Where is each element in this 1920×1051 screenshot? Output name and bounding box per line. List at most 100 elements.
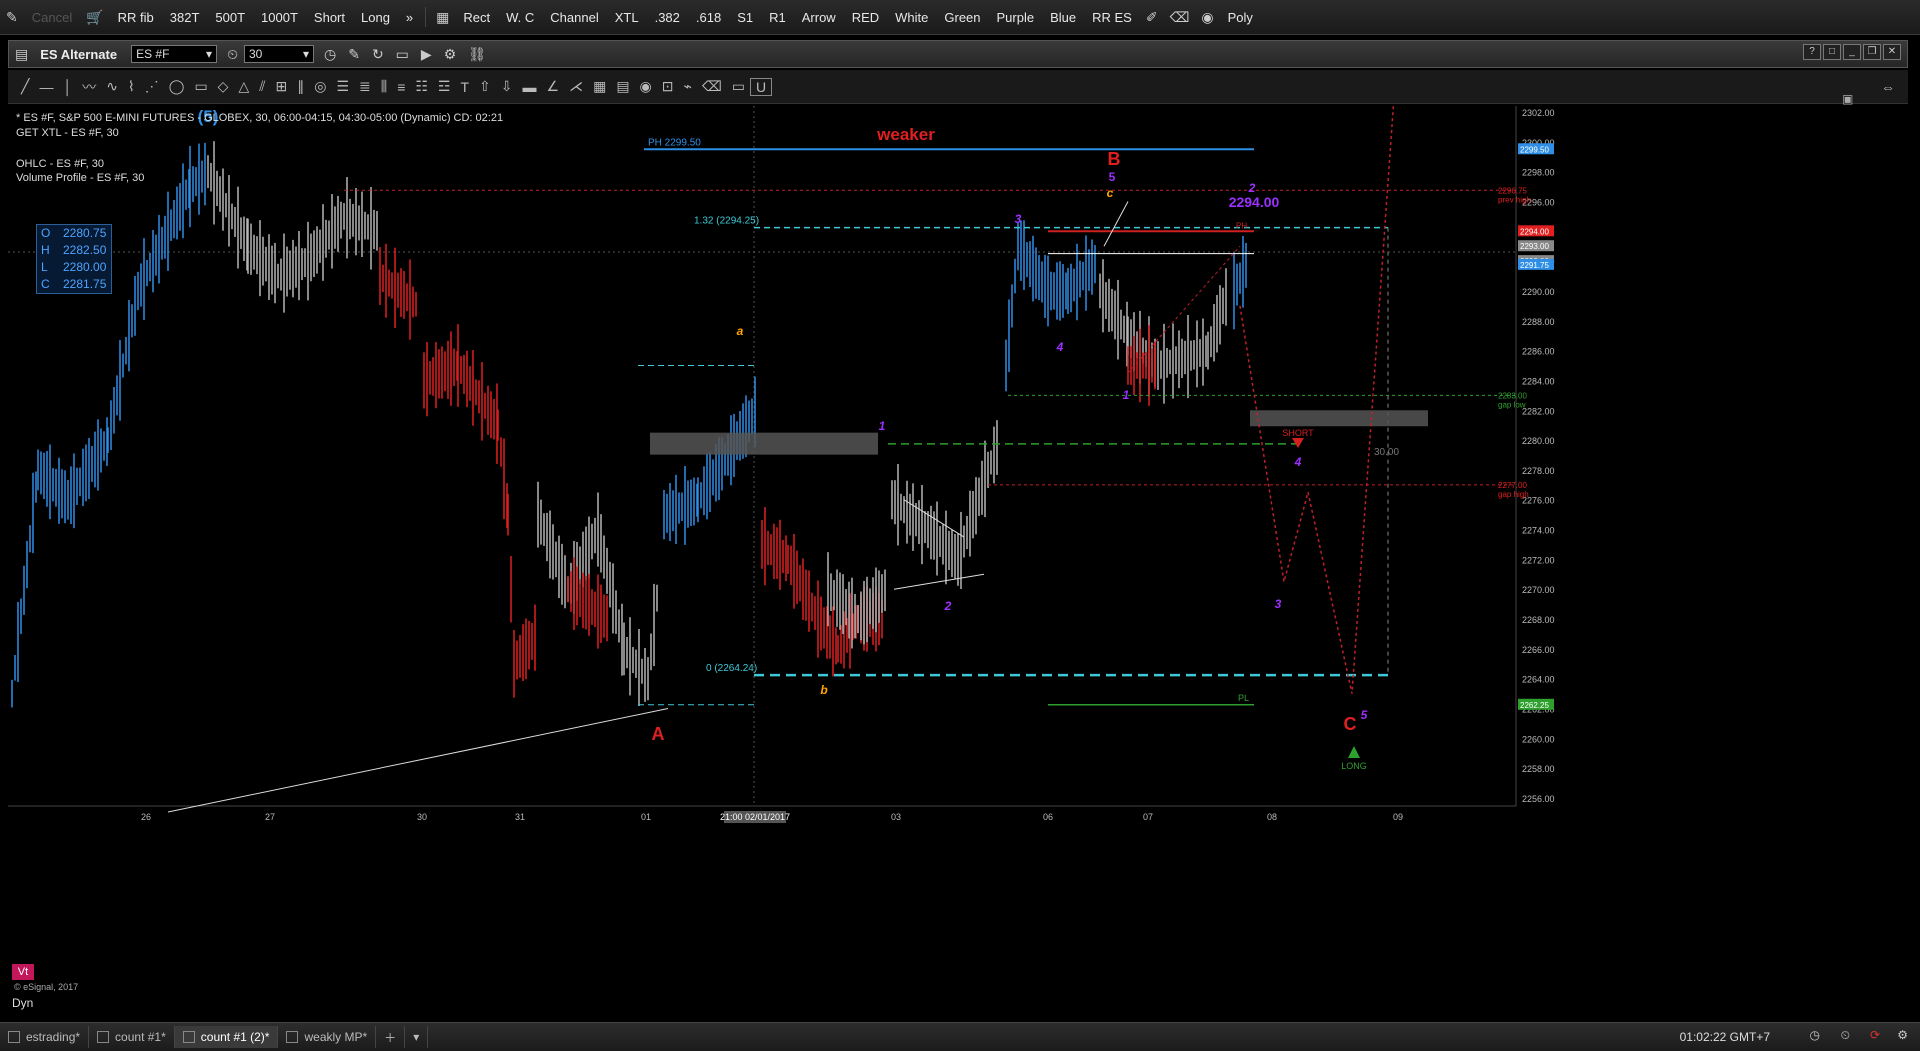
tool-rr-es[interactable]: RR ES [1084,10,1140,25]
pen-icon[interactable]: ✐ [1140,9,1164,26]
price-chart[interactable]: 2302.002300.002298.002296.002294.002292.… [8,106,1908,1020]
help-icon[interactable]: ? [1803,44,1821,60]
cancel-button[interactable]: Cancel [24,10,80,25]
zigzag-tool-icon[interactable]: ⌁ [679,78,697,95]
clock-settings-icon[interactable]: ⏲ [1841,1028,1850,1043]
spiral-tool-icon[interactable]: ◎ [309,78,331,95]
time-icon[interactable]: ◷ [318,46,342,63]
tool-short[interactable]: Short [306,10,353,25]
channel-tool-icon[interactable]: ⫽ [254,78,270,95]
tool-s1[interactable]: S1 [729,10,761,25]
tab-count1[interactable]: count #1* [89,1026,175,1048]
tool-wc[interactable]: W. C [498,10,542,25]
settings-icon[interactable]: ⚙ [1897,1028,1908,1042]
wave-tool-icon[interactable]: 〰 [77,77,101,97]
tool-rr-fib[interactable]: RR fib [110,10,162,25]
eraser-icon[interactable]: ⌫ [1164,9,1196,26]
magnet-icon[interactable]: U [749,77,773,96]
close-icon[interactable]: ✕ [1883,44,1901,60]
comment-tool-icon[interactable]: ▭ [727,78,750,95]
pti-tool-icon[interactable]: ⊡ [657,78,679,95]
screenshot-icon[interactable]: ▣ [1842,92,1853,106]
toolbar-overflow[interactable]: » [398,10,421,25]
tool-poly[interactable]: Poly [1220,10,1261,25]
triangle-tool-icon[interactable]: △ [233,78,254,95]
time-icon[interactable]: ◷ [1810,1028,1820,1042]
tool-1000t[interactable]: 1000T [253,10,306,25]
refresh-icon[interactable]: ↻ [366,46,390,63]
clock-icon[interactable]: ⏲ [221,46,244,63]
settings-icon[interactable]: ⚙ [438,46,463,63]
tool-xtl[interactable]: XTL [607,10,647,25]
maximize-icon[interactable]: ❐ [1863,44,1881,60]
link-icon[interactable]: ⛓ [462,46,492,63]
connection-icon[interactable]: ⟳ [1870,1028,1880,1042]
tool-long[interactable]: Long [353,10,398,25]
cart-icon[interactable]: 🛒 [80,9,109,26]
fib-arc-icon[interactable]: ☷ [410,78,433,95]
gann-tool-icon[interactable]: ⊞ [270,78,292,95]
tab-weakly-mp[interactable]: weakly MP* [278,1026,377,1048]
abc-tool-icon[interactable]: ⌇ [123,78,140,95]
tab-count1-2[interactable]: count #1 (2)* [174,1026,279,1048]
line-tool-icon[interactable]: ╱ [16,78,34,95]
angle-tool-icon[interactable]: ∠ [542,78,565,95]
elliott-tool-icon[interactable]: ∿ [101,78,123,95]
symbol-select[interactable]: ES #F ▾ [131,45,218,63]
minimize-icon[interactable]: _ [1843,44,1861,60]
ellipse-tool-icon[interactable]: ◯ [164,78,190,95]
tool-382t[interactable]: 382T [162,10,208,25]
tab-checkbox[interactable] [97,1031,110,1043]
study-icon[interactable]: ▭ [390,46,415,63]
restore-icon[interactable]: □ [1823,44,1841,60]
fan-tool-icon[interactable]: ⋰ [140,78,164,95]
hline-tool-icon[interactable]: ― [34,79,58,95]
tool-arrow[interactable]: Arrow [794,10,844,25]
rect-tool-icon[interactable]: ▭ [189,78,212,95]
edit-icon[interactable]: ✎ [0,9,24,26]
add-tab-button[interactable]: ＋ [376,1026,406,1048]
eye-icon[interactable]: ◉ [1195,9,1219,26]
expand-icon[interactable]: ⇔ [1876,79,1900,95]
tool-green[interactable]: Green [936,10,988,25]
tool-r1[interactable]: R1 [761,10,794,25]
diamond-tool-icon[interactable]: ◇ [213,78,234,95]
pitchfork-icon[interactable]: ⋌ [564,78,588,95]
tool-white[interactable]: White [887,10,936,25]
tool-500t[interactable]: 500T [207,10,253,25]
tab-checkbox[interactable] [182,1031,195,1043]
tab-checkbox[interactable] [286,1031,299,1043]
tool-channel[interactable]: Channel [542,10,606,25]
tool-red[interactable]: RED [844,10,887,25]
mob-icon[interactable]: ▦ [430,9,455,26]
tool-purple[interactable]: Purple [989,10,1043,25]
tool-rect[interactable]: Rect [455,10,498,25]
tool-blue[interactable]: Blue [1042,10,1084,25]
mob-tool-icon[interactable]: ▤ [611,78,634,95]
bar-tool-icon[interactable]: ▬ [518,79,542,95]
arrow-down-tool-icon[interactable]: ⇩ [496,78,518,95]
grid-tool-icon[interactable]: ▦ [588,78,611,95]
eraser-tool-icon[interactable]: ⌫ [697,78,727,95]
tool-382[interactable]: .382 [647,10,688,25]
tab-checkbox[interactable] [8,1031,20,1043]
vline-tool-icon[interactable]: │ [58,79,77,95]
eye-tool-icon[interactable]: ◉ [635,78,657,95]
fib-time-icon[interactable]: ⫼ [376,78,392,95]
vt-badge[interactable]: Vt [12,964,34,980]
tab-menu-button[interactable]: ▾ [405,1026,429,1048]
interval-select[interactable]: 30 ▾ [243,45,314,63]
text-tool-icon[interactable]: T [455,79,474,95]
fib-fan-icon[interactable]: ≡ [392,79,410,95]
play-icon[interactable]: ▶ [415,46,438,63]
arrow-up-tool-icon[interactable]: ⇧ [474,78,496,95]
fib-ext-icon[interactable]: ≣ [354,78,376,95]
tab-estrading[interactable]: estrading* [0,1026,90,1048]
draw-icon[interactable]: ✎ [342,46,366,63]
chart-panel[interactable]: 2302.002300.002298.002296.002294.002292.… [8,92,1908,1020]
parallel-tool-icon[interactable]: ∥ [292,78,309,95]
tool-618[interactable]: .618 [688,10,729,25]
fib-retrace-icon[interactable]: ☰ [331,78,354,95]
fib-channel-icon[interactable]: ☲ [433,78,456,95]
dyn-label[interactable]: Dyn [12,996,33,1010]
